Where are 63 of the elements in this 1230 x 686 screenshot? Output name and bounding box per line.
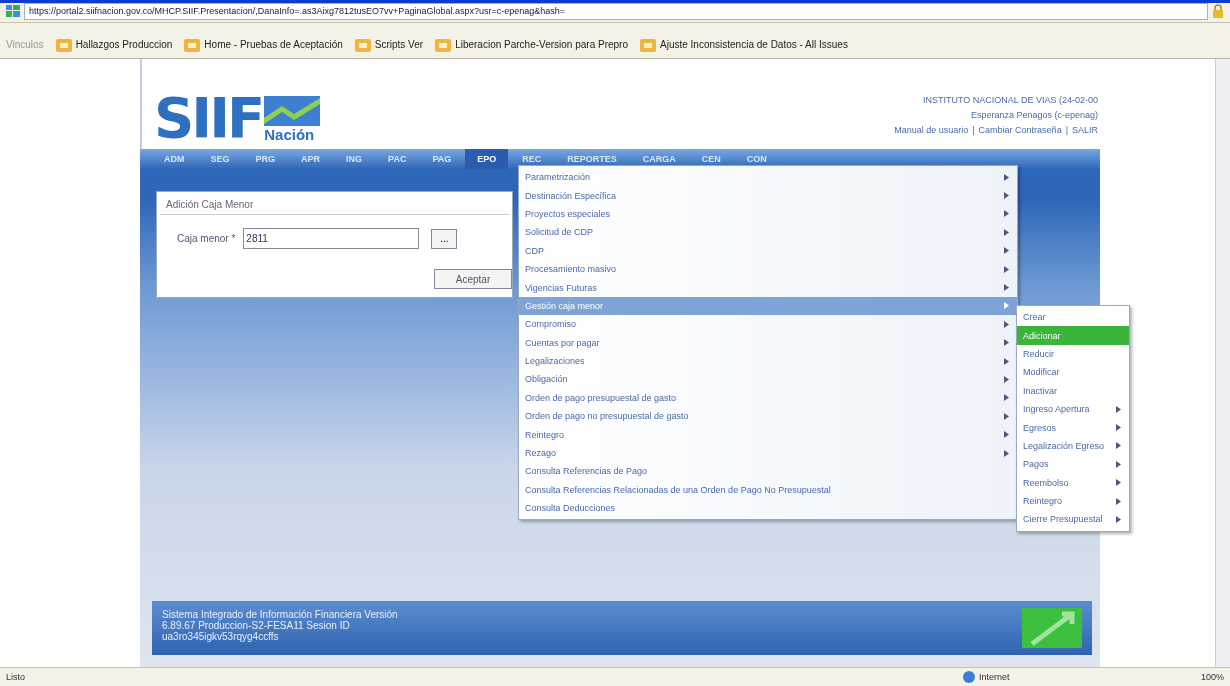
status-text: Listo [6, 672, 26, 682]
user-name: Esperanza Penagos (c-epenag) [970, 110, 1098, 120]
menu-item[interactable]: Solicitud de CDP [519, 223, 1017, 242]
footer-text: Sistema Integrado de Información Financiera Versión [162, 609, 398, 620]
menu-item[interactable]: Consulta Deducciones [519, 499, 1017, 518]
menu-item[interactable]: Modificar [1017, 363, 1129, 382]
menu-item[interactable]: Consulta Referencias Relacionadas de una Orden de Pago No Presupuestal [519, 480, 1017, 500]
bookmark-link[interactable]: Hallazgos Produccion [55, 37, 173, 52]
nav-tab[interactable]: EPO [465, 149, 509, 169]
bookmark-link[interactable]: Scripts Ver [354, 37, 424, 52]
menu-item[interactable]: Consulta Referencias de Pago [519, 462, 1017, 481]
menu-item[interactable]: Vigencias Futuras [519, 278, 1017, 297]
menu-item[interactable]: Pagos [1017, 455, 1129, 474]
menu-item[interactable]: Reintegro [1017, 491, 1129, 511]
menu-item[interactable]: Reembolso [1017, 473, 1129, 492]
menu-item[interactable]: Egresos [1017, 418, 1129, 437]
menu-item[interactable]: Ingreso Apertura [1017, 399, 1129, 419]
bookmark-link[interactable]: Ajuste Inconsistencia de Datos - All Issues [640, 37, 848, 52]
menu-item[interactable]: Inactivar [1017, 381, 1129, 400]
header-link[interactable]: SALIR [1072, 125, 1098, 135]
bookmark-link[interactable]: Liberacion Parche-Version para Prepro [435, 37, 628, 52]
nav-tab[interactable]: ING [334, 149, 375, 169]
address-field[interactable]: https://portal2.siifnacion.gov.co/MHCP.SIIF.Presentacion/,DanaInfo=.as3Aixg7812tusEO7vv+PaginaGlobal.aspx?usr=c-epenag&hash= [24, 2, 1208, 20]
header-link[interactable]: Manual de usuario [894, 125, 969, 135]
menu-item[interactable]: CDP [519, 241, 1017, 260]
footer-text: ua3ro345igkv53rqyg4ccffs [162, 631, 280, 642]
menu-item[interactable]: Reducir [1017, 344, 1129, 364]
lookup-button[interactable]: ... [431, 228, 458, 249]
links-label: Vinculos [6, 39, 44, 50]
menu-item[interactable]: Cierre Presupuestal [1017, 510, 1129, 529]
header-link[interactable]: Cambiar Contraseña [978, 125, 1062, 135]
bookmark-link[interactable]: Home - Pruebas de Aceptación [184, 37, 343, 52]
menu-item[interactable]: Orden de pago presupuestal de gasto [519, 388, 1017, 408]
field-label: Caja menor * [177, 233, 236, 244]
nav-tab[interactable]: ADM [152, 149, 197, 169]
zoom-level[interactable]: 100% [1200, 672, 1224, 682]
footer-text: 6.89.67 Produccion-S2-FESA11 Sesion ID [162, 620, 351, 631]
menu-item[interactable]: Reintegro [519, 425, 1017, 444]
nav-tab[interactable]: PAC [376, 149, 419, 169]
menu-item[interactable]: Proyectos especiales [519, 204, 1017, 224]
menu-item[interactable]: Compromiso [519, 315, 1017, 334]
separator: | [972, 125, 975, 135]
nav-tab[interactable]: CON [734, 149, 779, 169]
zone-text: Internet [978, 672, 1010, 682]
cash-box-field[interactable]: 2811 [243, 228, 420, 249]
nav-tab[interactable]: CARGA [630, 149, 688, 169]
nav-tab[interactable]: PAG [420, 149, 464, 169]
panel-title: Adición Caja Menor [160, 195, 509, 215]
logo: SIIF [154, 93, 263, 143]
separator: | [1065, 125, 1068, 135]
menu-item[interactable]: Cuentas por pagar [519, 333, 1017, 352]
accept-button[interactable]: Aceptar [434, 269, 512, 289]
logo-subtitle: Nación [264, 126, 316, 143]
menu-item[interactable]: Obligación [519, 370, 1017, 389]
menu-item[interactable]: Orden de pago no presupuestal de gasto [519, 407, 1017, 426]
menu-item[interactable]: Procesamiento masivo [519, 259, 1017, 279]
menu-item[interactable]: Crear [1017, 308, 1129, 327]
menu-item[interactable]: Legalización Egreso [1017, 436, 1129, 456]
menu-item[interactable]: Parametrización [519, 168, 1017, 187]
organization-name: INSTITUTO NACIONAL DE VIAS (24-02-00 [922, 95, 1098, 105]
menu-item[interactable]: Legalizaciones [519, 351, 1017, 371]
menu-item[interactable]: Destinación Específica [519, 186, 1017, 205]
menu-item[interactable]: Rezago [519, 443, 1017, 463]
